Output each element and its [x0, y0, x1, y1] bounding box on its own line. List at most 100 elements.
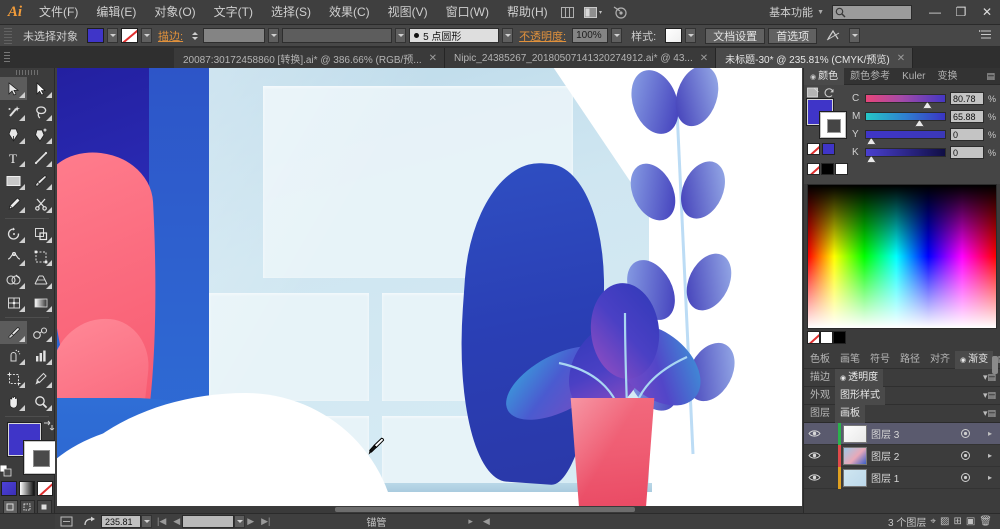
stroke-row-menu-icon[interactable]: ▾▤	[983, 372, 1000, 383]
layer-3-visibility-icon[interactable]	[804, 429, 824, 438]
lasso-tool[interactable]	[27, 100, 54, 123]
spectrum-none-swatch[interactable]	[807, 331, 820, 344]
slider-value-y[interactable]: 0	[950, 128, 984, 141]
menu-object[interactable]: 对象(O)	[145, 0, 204, 25]
slice-tool[interactable]	[27, 367, 54, 390]
new-sublayer-icon[interactable]: ⊞	[953, 516, 961, 527]
color-none-swatch[interactable]	[807, 143, 820, 155]
color-panel-stroke-swatch[interactable]	[820, 112, 846, 138]
zoom-dropdown-icon[interactable]	[141, 515, 152, 528]
selection-tool[interactable]	[0, 77, 27, 100]
fill-swatch[interactable]	[87, 28, 104, 43]
profile-dropdown-icon[interactable]	[395, 28, 407, 43]
tab-appearance[interactable]: 外观	[805, 387, 835, 405]
layers-row-menu-icon[interactable]: ▾▤	[983, 408, 1000, 419]
panel-collapse-nub[interactable]	[992, 356, 998, 374]
default-fill-stroke-icon[interactable]	[0, 464, 12, 477]
swap-fill-stroke-icon[interactable]	[42, 419, 55, 432]
rotate-tool[interactable]	[0, 222, 27, 245]
style-dropdown-icon[interactable]	[685, 28, 697, 43]
add-anchor-point-tool[interactable]	[27, 123, 54, 146]
menu-edit[interactable]: 编辑(E)	[87, 0, 145, 25]
share-icon[interactable]	[78, 516, 101, 527]
menu-help[interactable]: 帮助(H)	[498, 0, 557, 25]
color-spectrum-ramp[interactable]	[807, 184, 997, 329]
eyedropper-tool[interactable]	[0, 321, 27, 344]
stroke-color-swatch[interactable]	[24, 441, 57, 474]
slider-track-k[interactable]	[865, 148, 946, 163]
color-panel-reset-icon[interactable]	[823, 87, 836, 99]
zoom-tool[interactable]	[27, 390, 54, 413]
stroke-dropdown-icon[interactable]	[141, 28, 152, 43]
paintbrush-tool[interactable]	[27, 169, 54, 192]
slider-value-m[interactable]: 65.88	[950, 110, 984, 123]
draw-behind-button[interactable]	[19, 500, 35, 514]
restore-button[interactable]: ❐	[948, 0, 974, 25]
pen-tool[interactable]	[0, 123, 27, 146]
stroke-weight-dropdown-icon[interactable]	[268, 28, 280, 43]
fit-artboard-icon[interactable]	[55, 516, 78, 527]
draw-normal-button[interactable]	[2, 500, 18, 514]
document-setup-button[interactable]: 文档设置	[705, 27, 766, 44]
document-tab-2[interactable]: Nipic_24385267_20180507141320274912.ai* …	[445, 48, 717, 68]
tab-layers[interactable]: 图层	[805, 405, 835, 423]
opacity-label[interactable]: 不透明度:	[516, 28, 569, 44]
perspective-grid-tool[interactable]	[27, 268, 54, 291]
gradient-tool[interactable]	[27, 291, 54, 314]
column-graph-tool[interactable]	[27, 344, 54, 367]
stroke-weight-stepper[interactable]	[189, 28, 200, 44]
workspace-selector[interactable]: 基本功能	[765, 4, 817, 20]
layer-2-expand-icon[interactable]: ▸	[988, 451, 1000, 460]
document-tab-1[interactable]: 20087:30172458860 [转换].ai* @ 386.66% (RG…	[174, 48, 446, 68]
bridge-icon[interactable]	[609, 0, 631, 25]
control-bar-menu-icon[interactable]	[978, 29, 992, 43]
locate-object-icon[interactable]: ⌖	[930, 516, 936, 527]
free-transform-tool[interactable]	[27, 245, 54, 268]
width-tool[interactable]	[0, 245, 27, 268]
document-tab-3-close-icon[interactable]: ✕	[897, 53, 905, 64]
brush-definition-select[interactable]: 5 点圆形	[409, 28, 500, 43]
slider-knob-y[interactable]	[866, 138, 876, 145]
tab-bar-grip[interactable]	[0, 47, 14, 68]
layer-2-target-icon[interactable]	[954, 450, 976, 461]
menu-effect[interactable]: 效果(C)	[320, 0, 379, 25]
tab-swatches[interactable]: 色板	[805, 351, 835, 369]
layer-2-name[interactable]: 图层 2	[871, 448, 954, 463]
control-bar-grip[interactable]	[4, 27, 12, 44]
status-expand-icon[interactable]: ▸	[463, 516, 478, 527]
minimize-button[interactable]: —	[922, 0, 948, 25]
rectangle-tool[interactable]	[0, 169, 27, 192]
tab-kuler[interactable]: Kuler	[896, 68, 931, 85]
tab-align[interactable]: 对齐	[925, 351, 955, 369]
zoom-level-input[interactable]: 235.81	[101, 515, 141, 528]
opacity-input[interactable]: 100%	[572, 28, 609, 43]
artboard-nav-next[interactable]: ▶	[245, 516, 256, 527]
direct-selection-tool[interactable]	[27, 77, 54, 100]
draw-inside-button[interactable]	[36, 500, 52, 514]
layer-3-name[interactable]: 图层 3	[871, 426, 954, 441]
slider-knob-m[interactable]	[914, 120, 924, 127]
fill-dropdown-icon[interactable]	[107, 28, 118, 43]
layer-2-visibility-icon[interactable]	[804, 451, 824, 460]
scissors-tool[interactable]	[27, 192, 54, 215]
menu-view[interactable]: 视图(V)	[379, 0, 437, 25]
tab-color[interactable]: ◉ 颜色	[804, 67, 845, 85]
slider-knob-k[interactable]	[866, 156, 876, 163]
magic-wand-tool[interactable]	[0, 100, 27, 123]
layer-3-expand-icon[interactable]: ▸	[988, 429, 1000, 438]
transform-icon[interactable]	[820, 23, 846, 48]
artboard-nav-last[interactable]: ▶|	[256, 516, 275, 527]
color-current-swatch[interactable]	[822, 143, 835, 155]
slider-track-y[interactable]	[865, 130, 946, 145]
layer-1-expand-icon[interactable]: ▸	[988, 473, 1000, 482]
shape-builder-tool[interactable]	[0, 268, 27, 291]
variable-width-profile-select[interactable]	[282, 28, 393, 43]
tab-graphic-styles[interactable]: 图形样式	[835, 386, 885, 405]
arrange-documents-icon[interactable]	[557, 0, 579, 25]
artboard-tool[interactable]	[0, 367, 27, 390]
slider-track-m[interactable]	[865, 112, 946, 127]
slider-value-c[interactable]: 80.78	[950, 92, 984, 105]
search-help-input[interactable]	[832, 4, 912, 20]
preferences-button[interactable]: 首选项	[768, 27, 818, 44]
slider-knob-c[interactable]	[922, 102, 932, 109]
